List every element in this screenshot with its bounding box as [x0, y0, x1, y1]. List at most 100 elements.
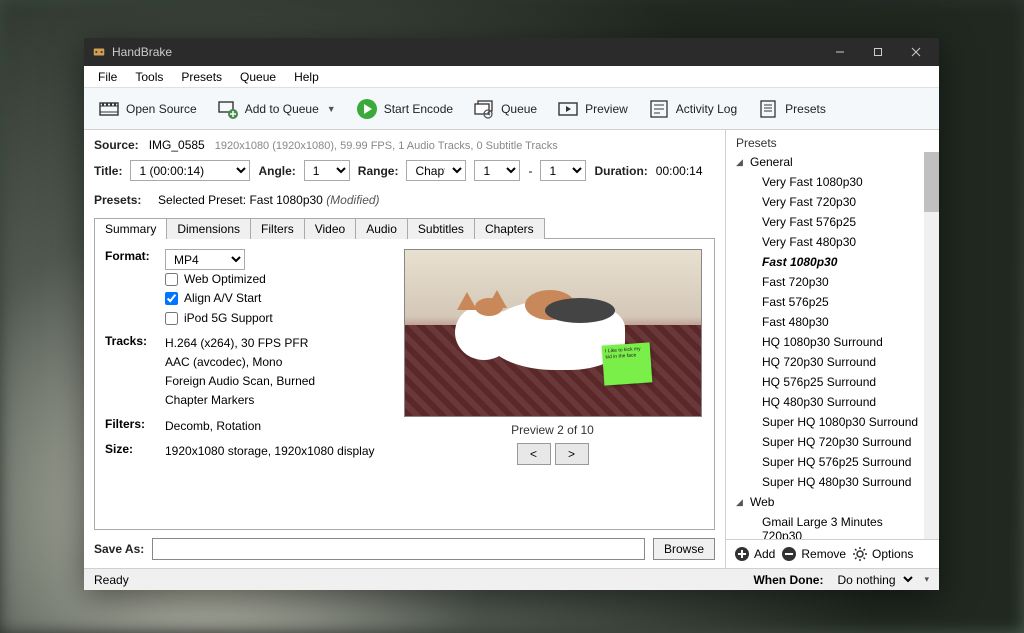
size-label: Size: — [105, 442, 165, 456]
preset-item[interactable]: Very Fast 1080p30 — [736, 172, 919, 192]
filters-summary-value: Decomb, Rotation — [165, 417, 385, 436]
range-label: Range: — [358, 164, 399, 178]
preset-item[interactable]: Super HQ 1080p30 Surround — [736, 412, 919, 432]
ipod-check[interactable]: iPod 5G Support — [165, 309, 385, 328]
filters-summary-label: Filters: — [105, 417, 165, 431]
angle-select[interactable]: 1 — [304, 160, 350, 181]
maximize-button[interactable] — [859, 38, 897, 66]
chevron-down-icon: ▾ — [924, 574, 929, 585]
preview-button[interactable]: Preview — [549, 94, 636, 124]
open-source-button[interactable]: Open Source — [90, 94, 205, 124]
titlebar: HandBrake — [84, 38, 939, 66]
toolbar: Open Source Add to Queue ▼ Start Encode … — [84, 88, 939, 130]
tab-audio[interactable]: Audio — [355, 218, 408, 239]
preset-item[interactable]: HQ 480p30 Surround — [736, 392, 919, 412]
tab-chapters[interactable]: Chapters — [474, 218, 545, 239]
gear-icon — [852, 546, 868, 562]
preset-item[interactable]: Fast 576p25 — [736, 292, 919, 312]
browse-button[interactable]: Browse — [653, 538, 715, 560]
range-to-select[interactable]: 1 — [540, 160, 586, 181]
preset-add-button[interactable]: Add — [734, 546, 775, 562]
presets-toggle-button[interactable]: Presets — [749, 94, 834, 124]
film-add-icon — [217, 98, 239, 120]
align-av-check[interactable]: Align A/V Start — [165, 289, 385, 308]
preview-next-button[interactable]: > — [555, 443, 589, 465]
activity-log-button[interactable]: Activity Log — [640, 94, 745, 124]
preset-tree[interactable]: ◢GeneralVery Fast 1080p30Very Fast 720p3… — [726, 152, 939, 539]
app-window: HandBrake File Tools Presets Queue Help … — [84, 38, 939, 590]
tabs: Summary Dimensions Filters Video Audio S… — [94, 217, 715, 239]
menu-tools[interactable]: Tools — [127, 68, 171, 86]
play-icon — [356, 98, 378, 120]
preset-category[interactable]: ◢General — [736, 152, 919, 172]
app-logo-icon — [92, 45, 106, 59]
presets-side-title: Presets — [726, 130, 939, 152]
preset-item[interactable]: Very Fast 576p25 — [736, 212, 919, 232]
close-button[interactable] — [897, 38, 935, 66]
queue-button[interactable]: Queue — [465, 94, 545, 124]
tracks-label: Tracks: — [105, 334, 165, 348]
presets-side-panel: Presets ◢GeneralVery Fast 1080p30Very Fa… — [725, 130, 939, 568]
presets-label: Presets: — [94, 193, 141, 207]
preview-prev-button[interactable]: < — [517, 443, 551, 465]
preset-item[interactable]: Fast 720p30 — [736, 272, 919, 292]
menu-file[interactable]: File — [90, 68, 125, 86]
selected-preset-name: Fast 1080p30 — [249, 193, 322, 207]
duration-label: Duration: — [594, 164, 647, 178]
format-select[interactable]: MP4 — [165, 249, 245, 270]
source-info: 1920x1080 (1920x1080), 59.99 FPS, 1 Audi… — [215, 140, 558, 152]
tab-summary[interactable]: Summary — [94, 218, 167, 239]
range-mode-select[interactable]: Chapters — [406, 160, 466, 181]
scrollbar[interactable] — [924, 152, 939, 539]
preset-item[interactable]: Very Fast 720p30 — [736, 192, 919, 212]
tab-video[interactable]: Video — [304, 218, 356, 239]
preset-item[interactable]: Fast 480p30 — [736, 312, 919, 332]
preset-item[interactable]: Super HQ 480p30 Surround — [736, 472, 919, 492]
source-label: Source: — [94, 138, 139, 152]
preset-remove-button[interactable]: Remove — [781, 546, 846, 562]
title-select[interactable]: 1 (00:00:14) — [130, 160, 250, 181]
tab-filters[interactable]: Filters — [250, 218, 305, 239]
when-done-label: When Done: — [753, 573, 823, 587]
menu-queue[interactable]: Queue — [232, 68, 284, 86]
preset-item[interactable]: HQ 576p25 Surround — [736, 372, 919, 392]
statusbar: Ready When Done: Do nothing ▾ — [84, 568, 939, 590]
minus-icon — [781, 546, 797, 562]
menu-presets[interactable]: Presets — [173, 68, 230, 86]
when-done-select[interactable]: Do nothing — [829, 569, 916, 590]
preview-caption: Preview 2 of 10 — [511, 423, 594, 437]
saveas-label: Save As: — [94, 542, 144, 556]
preset-item[interactable]: Super HQ 720p30 Surround — [736, 432, 919, 452]
plus-icon — [734, 546, 750, 562]
preset-item[interactable]: Super HQ 576p25 Surround — [736, 452, 919, 472]
film-stack-icon — [473, 98, 495, 120]
tab-subtitles[interactable]: Subtitles — [407, 218, 475, 239]
tracks-info: H.264 (x264), 30 FPS PFR AAC (avcodec), … — [165, 334, 385, 411]
range-from-select[interactable]: 1 — [474, 160, 520, 181]
preset-item[interactable]: Fast 1080p30 — [736, 252, 919, 272]
saveas-input[interactable] — [152, 538, 645, 560]
preview-image: I Like to kick my kid in the face — [404, 249, 702, 417]
tab-body: Format: MP4 Web Optimized Align A/V Star… — [94, 239, 715, 530]
preset-item[interactable]: HQ 1080p30 Surround — [736, 332, 919, 352]
duration-value: 00:00:14 — [656, 164, 703, 178]
preset-options-button[interactable]: Options — [852, 546, 913, 562]
size-value: 1920x1080 storage, 1920x1080 display — [165, 442, 385, 461]
preset-modified: (Modified) — [326, 193, 379, 207]
status-text: Ready — [94, 573, 753, 587]
preset-item[interactable]: Very Fast 480p30 — [736, 232, 919, 252]
sticky-note: I Like to kick my kid in the face — [601, 342, 652, 385]
film-preview-icon — [557, 98, 579, 120]
web-optimized-check[interactable]: Web Optimized — [165, 270, 385, 289]
preset-category[interactable]: ◢Web — [736, 492, 919, 512]
angle-label: Angle: — [258, 164, 295, 178]
format-label: Format: — [105, 249, 165, 263]
preset-item[interactable]: Gmail Large 3 Minutes 720p30 — [736, 512, 919, 539]
menu-help[interactable]: Help — [286, 68, 327, 86]
minimize-button[interactable] — [821, 38, 859, 66]
start-encode-button[interactable]: Start Encode — [348, 94, 461, 124]
tab-dimensions[interactable]: Dimensions — [166, 218, 251, 239]
preset-item[interactable]: HQ 720p30 Surround — [736, 352, 919, 372]
add-queue-button[interactable]: Add to Queue ▼ — [209, 94, 344, 124]
range-separator: - — [528, 164, 532, 178]
